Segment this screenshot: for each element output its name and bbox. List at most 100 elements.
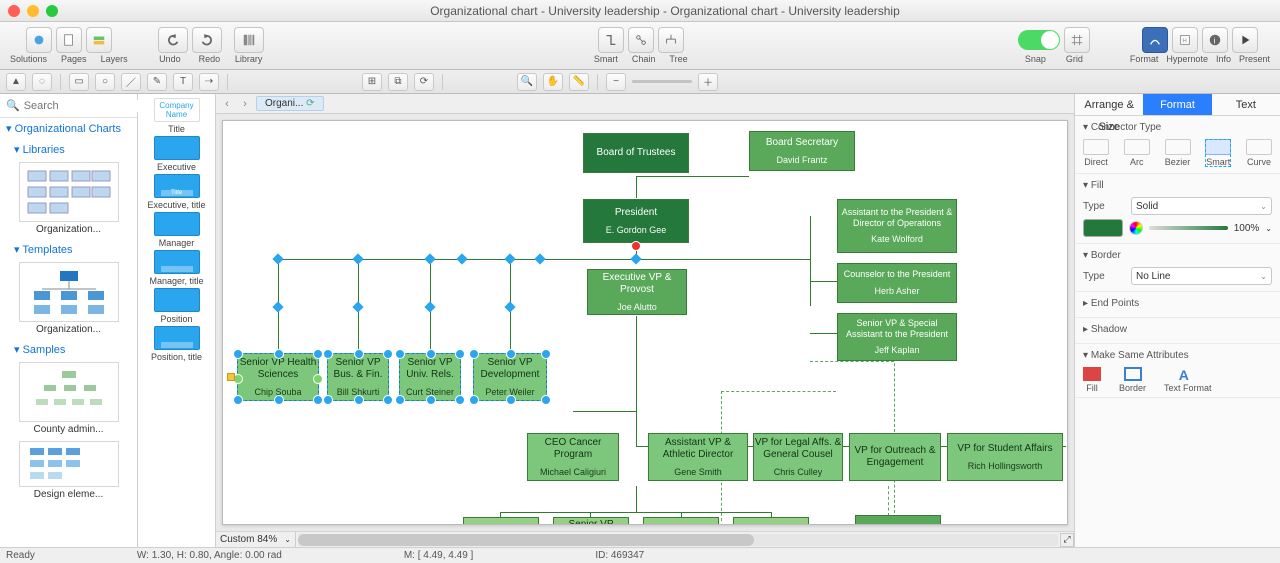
connector-tool[interactable]: ⇢ (199, 73, 219, 91)
zoom-in-button[interactable]: ＋ (698, 73, 718, 91)
snap-toggle[interactable] (1018, 30, 1060, 50)
node-vp-student[interactable]: VP for Student Affairs Rich Hollingswort… (947, 433, 1063, 481)
pointer-tool[interactable]: ▲ (6, 73, 26, 91)
document-tab-1[interactable]: Organi... ⟳ (256, 96, 324, 111)
section-org-charts[interactable]: ▾ Organizational Charts (0, 118, 137, 139)
section-border[interactable]: ▾ Border (1083, 248, 1272, 265)
section-shadow[interactable]: ▸ Shadow (1083, 322, 1272, 339)
group-tool[interactable]: ⧉ (388, 73, 408, 91)
h-scrollbar[interactable] (298, 534, 1058, 546)
page-fit-icon[interactable]: ⤢ (1060, 533, 1074, 547)
zoom-tool[interactable]: 🔍 (517, 73, 537, 91)
library-search[interactable]: 🔍 ★ (0, 94, 137, 118)
layers-button[interactable] (86, 27, 112, 53)
connector-type-bezier[interactable]: Bezier (1165, 139, 1191, 167)
connector-type-arc[interactable]: Arc (1124, 139, 1150, 167)
redo-button[interactable] (192, 27, 222, 53)
ellipse-tool[interactable]: ○ (95, 73, 115, 91)
hypernote-button[interactable]: H (1172, 27, 1198, 53)
text-tool[interactable]: T (173, 73, 193, 91)
node-secretary[interactable]: Board Secretary David Frantz (749, 131, 855, 171)
section-libraries[interactable]: ▾ Libraries (0, 139, 137, 160)
rotate-handle-icon[interactable] (227, 373, 235, 381)
hand-tool[interactable]: ✋ (543, 73, 563, 91)
node-vp-legal[interactable]: VP for Legal Affs. & General Cousel Chri… (753, 433, 843, 481)
tab-next-button[interactable]: › (238, 97, 252, 111)
stencil-position-title[interactable] (154, 326, 200, 350)
stencil-manager[interactable] (154, 212, 200, 236)
node-svp-univrel[interactable]: Senior VP Univ. Rels. Curt Steiner (399, 353, 461, 401)
lasso-tool[interactable]: ◌ (32, 73, 52, 91)
section-connector-type[interactable]: ▾ Connector Type (1083, 120, 1272, 137)
color-wheel-icon[interactable] (1129, 221, 1143, 235)
connector-type-curve[interactable]: Curve (1246, 139, 1272, 167)
connector-type-smart[interactable]: Smart (1205, 139, 1231, 167)
format-button[interactable] (1142, 27, 1168, 53)
node-avp-athletic[interactable]: Assistant VP & Athletic Director Gene Sm… (648, 433, 748, 481)
pages-button[interactable] (56, 27, 82, 53)
line-tool[interactable]: ／ (121, 73, 141, 91)
tab-prev-button[interactable]: ‹ (220, 97, 234, 111)
fill-color-swatch[interactable] (1083, 219, 1123, 237)
info-button[interactable]: i (1202, 27, 1228, 53)
inspector-tab-format[interactable]: Format (1143, 94, 1211, 115)
stencil-executive[interactable] (154, 136, 200, 160)
measure-tool[interactable]: 📏 (569, 73, 589, 91)
rotate-tool[interactable]: ⟳ (414, 73, 434, 91)
same-text-button[interactable]: AText Format (1164, 367, 1212, 393)
undo-button[interactable] (158, 27, 188, 53)
zoom-select[interactable]: Custom 84%⌄ (216, 532, 296, 547)
stencil-position[interactable] (154, 288, 200, 312)
node-svp-special[interactable]: Senior VP & Special Assistant to the Pre… (837, 313, 957, 361)
fill-type-select[interactable]: Solid⌄ (1131, 197, 1272, 215)
zoom-slider[interactable] (632, 80, 692, 83)
opacity-stepper-icon[interactable]: ⌄ (1265, 224, 1272, 233)
same-fill-button[interactable]: Fill (1083, 367, 1101, 393)
smart-connector-button[interactable] (598, 27, 624, 53)
node-ceo-cancer[interactable]: CEO Cancer Program Michael Caligiuri (527, 433, 619, 481)
node-vp-ag[interactable]: VP, Ag. Admin. Bobby Moser (463, 517, 539, 525)
section-endpoints[interactable]: ▸ End Points (1083, 296, 1272, 313)
maximize-icon[interactable] (46, 5, 58, 17)
node-svp-busfin[interactable]: Senior VP Bus. & Fin. Bill Shkurti (327, 353, 389, 401)
inspector-tab-arrange[interactable]: Arrange & Size (1075, 94, 1143, 115)
border-type-select[interactable]: No Line⌄ (1131, 267, 1272, 285)
node-president[interactable]: President E. Gordon Gee (583, 199, 689, 243)
node-asu[interactable]: Academic Support Units (643, 517, 719, 525)
node-vp-outreach[interactable]: VP for Outreach & Engagement (849, 433, 941, 481)
same-border-button[interactable]: Border (1119, 367, 1146, 393)
grid-button[interactable] (1064, 27, 1090, 53)
stencil-executive-title[interactable]: Title (154, 174, 200, 198)
node-foegler[interactable]: Terry Foegler (855, 515, 941, 525)
section-samples[interactable]: ▾ Samples (0, 339, 137, 360)
node-deans[interactable]: Deans (733, 517, 809, 525)
sample-thumb-1[interactable] (19, 362, 119, 422)
section-templates[interactable]: ▾ Templates (0, 239, 137, 260)
zoom-out-button[interactable]: − (606, 73, 626, 91)
node-counselor[interactable]: Counselor to the President Herb Asher (837, 263, 957, 303)
node-assistant-pres[interactable]: Assistant to the President & Director of… (837, 199, 957, 253)
chain-connector-button[interactable] (628, 27, 654, 53)
tree-connector-button[interactable] (658, 27, 684, 53)
pen-tool[interactable]: ✎ (147, 73, 167, 91)
minimize-icon[interactable] (27, 5, 39, 17)
opacity-slider[interactable] (1149, 226, 1228, 230)
rect-tool[interactable]: ▭ (69, 73, 89, 91)
library-thumb-1[interactable] (19, 162, 119, 222)
connection-handle-icon[interactable] (631, 241, 641, 251)
inspector-tab-text[interactable]: Text (1212, 94, 1280, 115)
template-thumb-1[interactable] (19, 262, 119, 322)
node-svp-health[interactable]: Senior VP Health Sciences Chip Souba (237, 353, 319, 401)
stencil-company[interactable]: Company Name (154, 98, 200, 122)
solutions-button[interactable] (26, 27, 52, 53)
present-button[interactable] (1232, 27, 1258, 53)
close-icon[interactable] (8, 5, 20, 17)
connector-type-direct[interactable]: Direct (1083, 139, 1109, 167)
section-fill[interactable]: ▾ Fill (1083, 178, 1272, 195)
library-button[interactable] (234, 27, 264, 53)
align-tool[interactable]: ⊞ (362, 73, 382, 91)
section-same-attrs[interactable]: ▾ Make Same Attributes (1083, 348, 1272, 365)
node-board[interactable]: Board of Trustees (583, 133, 689, 173)
tab-refresh-icon[interactable]: ⟳ (306, 98, 314, 109)
drawing-canvas[interactable]: Board of Trustees Board Secretary David … (222, 120, 1068, 525)
